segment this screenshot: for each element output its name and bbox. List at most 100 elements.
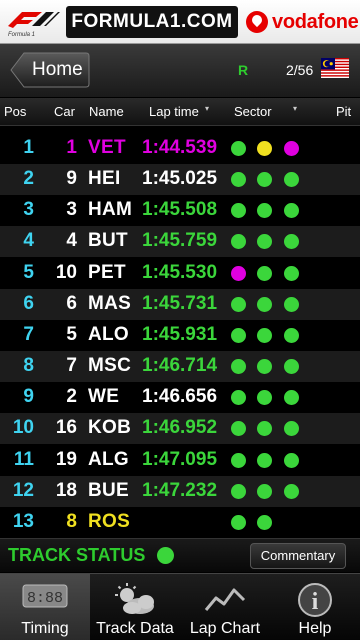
- brand-bar: Formula 1 FORMULA1.COM vodafone: [0, 0, 360, 44]
- sector-1-indicator: [231, 296, 246, 312]
- row-position: 11: [13, 448, 34, 470]
- row-position: 9: [23, 386, 34, 408]
- row-position: 12: [12, 479, 34, 501]
- row-lap-time: 1:46.952: [142, 417, 218, 439]
- timing-row[interactable]: 5 10 PET 1:45.530: [0, 258, 360, 289]
- home-button[interactable]: Home: [10, 52, 90, 88]
- timing-row[interactable]: 2 9 HEI 1:45.025: [0, 164, 360, 196]
- row-position: 1: [23, 137, 34, 158]
- row-position: 4: [23, 230, 34, 252]
- sector-3-indicator: [284, 141, 299, 156]
- sector-3-indicator: [284, 359, 299, 375]
- row-lap-time: 1:46.656: [142, 386, 218, 408]
- tab-timing[interactable]: 8:88 Timing: [0, 574, 90, 640]
- row-driver-name: MAS: [88, 292, 132, 314]
- tab-lap-chart[interactable]: Lap Chart: [180, 574, 270, 640]
- row-position: 8: [23, 355, 34, 377]
- track-status-bar: TRACK STATUS Commentary: [0, 538, 360, 572]
- row-position: 5: [23, 261, 34, 283]
- sector-2-indicator: [257, 203, 272, 219]
- track-status-indicator: [157, 547, 174, 564]
- sector-2-indicator: [257, 359, 272, 375]
- col-pos[interactable]: Pos: [4, 104, 26, 119]
- tab-track-data[interactable]: Track Data: [90, 574, 180, 640]
- sector-1-indicator: [231, 172, 246, 188]
- row-position: 7: [23, 323, 34, 345]
- tab-help[interactable]: i Help: [270, 574, 360, 640]
- row-car-number: 7: [66, 355, 77, 377]
- row-car-number: 6: [66, 292, 77, 314]
- vodafone-icon: [246, 11, 268, 33]
- col-pit[interactable]: Pit: [336, 104, 351, 119]
- vodafone-logo: vodafone: [246, 8, 359, 36]
- row-car-number: 16: [55, 417, 77, 439]
- row-lap-time: 1:46.714: [142, 355, 218, 377]
- timing-row[interactable]: 10 16 KOB 1:46.952: [0, 413, 360, 445]
- sector-2-indicator: [257, 296, 272, 312]
- sector-1-indicator: [231, 359, 246, 375]
- timing-row[interactable]: 6 6 MAS 1:45.731: [0, 288, 360, 320]
- row-car-number: 10: [55, 261, 77, 283]
- commentary-button[interactable]: Commentary: [250, 543, 346, 569]
- sector-sort-icon: ▾: [293, 104, 298, 113]
- row-lap-time: 1:45.731: [142, 292, 218, 314]
- sector-1-indicator: [231, 452, 246, 468]
- row-driver-name: ALO: [88, 323, 130, 345]
- row-driver-name: HEI: [88, 168, 121, 190]
- row-lap-time: 1:47.095: [142, 448, 218, 470]
- help-icon-text: i: [312, 589, 319, 615]
- tab-timing-label: Timing: [21, 620, 69, 637]
- row-driver-name: BUE: [88, 479, 130, 501]
- track-status-label: TRACK STATUS: [8, 545, 146, 565]
- row-driver-name: ROS: [88, 510, 131, 532]
- tab-lap-chart-label: Lap Chart: [189, 620, 261, 637]
- row-lap-time: 1:45.931: [142, 323, 218, 345]
- row-position: 6: [23, 292, 34, 314]
- column-header: Pos Car Name Lap time ▾ Sector ▾ Pit: [0, 98, 360, 126]
- sector-2-indicator: [257, 514, 272, 530]
- sector-1-indicator: [231, 514, 246, 530]
- formula1-site-label: FORMULA1.COM: [66, 6, 238, 38]
- timing-icon: 8:88: [22, 584, 68, 608]
- weather-icon: [115, 583, 154, 614]
- sector-2-indicator: [257, 327, 272, 343]
- col-lap-time[interactable]: Lap time: [149, 104, 199, 119]
- timing-row[interactable]: 8 7 MSC 1:46.714: [0, 351, 360, 383]
- sector-3-indicator: [284, 172, 299, 188]
- malaysia-flag-icon: [321, 58, 349, 78]
- timing-row[interactable]: 3 3 HAM 1:45.508: [0, 195, 360, 226]
- sector-1-indicator: [231, 327, 246, 343]
- sector-1-indicator: [231, 141, 246, 156]
- tab-bar: 8:88 Timing Track Data Lap Chart i Help: [0, 573, 360, 640]
- timing-row[interactable]: 12 18 BUE 1:47.232: [0, 475, 360, 507]
- row-car-number: 1: [66, 137, 77, 158]
- sector-2-indicator: [257, 234, 272, 250]
- timing-row[interactable]: 4 4 BUT 1:45.759: [0, 226, 360, 258]
- col-name[interactable]: Name: [89, 104, 124, 119]
- timing-row[interactable]: 7 5 ALO 1:45.931: [0, 320, 360, 351]
- tab-track-data-label: Track Data: [96, 620, 174, 637]
- nav-bar: Home R 2/56: [0, 44, 360, 98]
- row-lap-time: 1:44.539: [142, 137, 218, 158]
- row-lap-time: 1:47.232: [142, 479, 218, 501]
- timing-row[interactable]: 9 2 WE 1:46.656: [0, 382, 360, 413]
- row-car-number: 8: [66, 510, 77, 532]
- row-car-number: 5: [66, 323, 77, 345]
- timing-icon-text: 8:88: [27, 590, 63, 607]
- row-position: 2: [23, 168, 34, 190]
- timing-row[interactable]: 11 19 ALG 1:47.095: [0, 445, 360, 476]
- f1-logo: Formula 1: [8, 12, 60, 38]
- row-driver-name: ALG: [88, 448, 130, 470]
- col-sector[interactable]: Sector: [234, 104, 272, 119]
- col-car[interactable]: Car: [54, 104, 75, 119]
- sector-1-indicator: [231, 203, 246, 219]
- timing-row[interactable]: 13 8 ROS: [0, 507, 360, 538]
- lap-count: 2/56: [286, 62, 314, 78]
- row-position: 13: [12, 510, 34, 532]
- sector-2-indicator: [257, 141, 272, 156]
- timing-row[interactable]: 1 1 VET 1:44.539: [0, 133, 360, 164]
- row-driver-name: HAM: [88, 199, 133, 221]
- row-driver-name: KOB: [88, 417, 132, 439]
- row-driver-name: PET: [88, 261, 126, 283]
- row-position: 10: [12, 417, 34, 439]
